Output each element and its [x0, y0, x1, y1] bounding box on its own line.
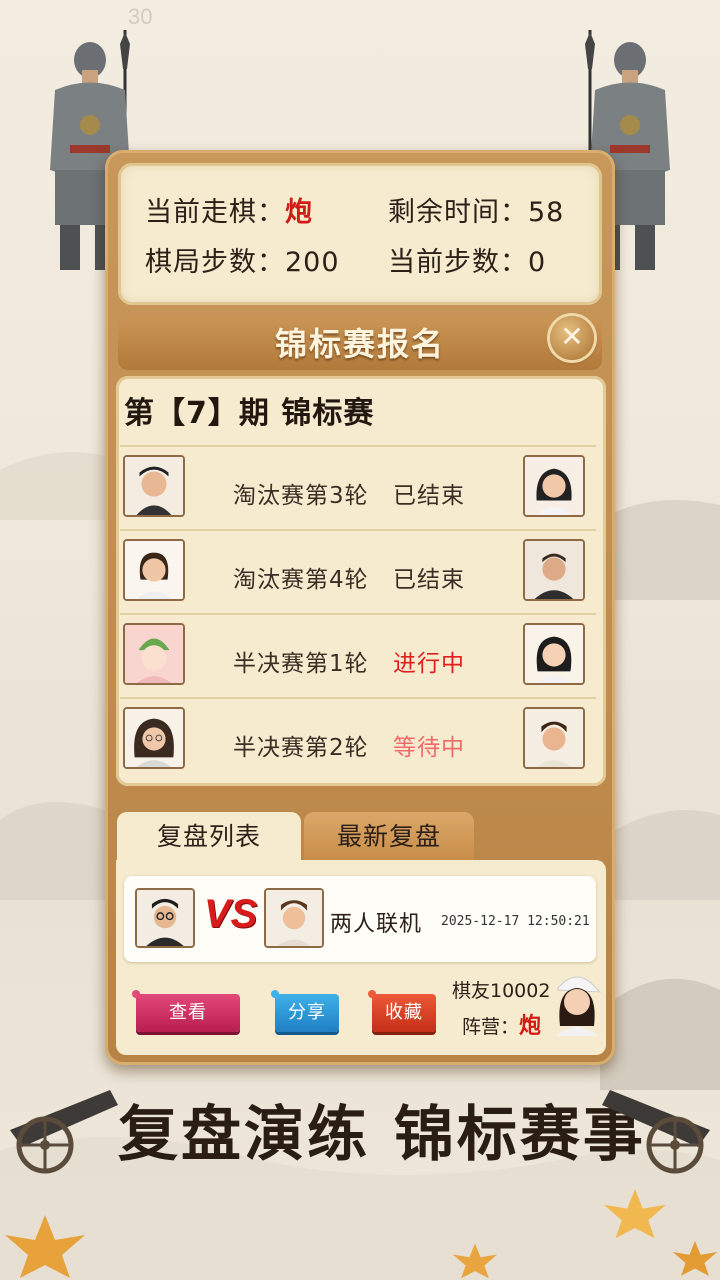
- player-name: 棋友10002: [452, 980, 551, 1002]
- player-avatar-left: [123, 623, 185, 685]
- player-avatar-right: [523, 539, 585, 601]
- match-round: 淘汰赛第4轮: [233, 567, 369, 593]
- game-mode: 两人联机: [330, 912, 423, 937]
- dialog-title: 锦标赛报名: [274, 325, 445, 363]
- button-dot-icon: [368, 990, 376, 998]
- replay-datetime: 2025-12-17 12:50:21: [441, 914, 590, 929]
- match-round: 淘汰赛第3轮: [233, 483, 369, 509]
- player1-avatar: [135, 888, 195, 948]
- player-avatar: [556, 976, 602, 1036]
- camp-info: 阵营：炮: [462, 1008, 541, 1040]
- player-avatar-right: [523, 707, 585, 769]
- match-round: 半决赛第1轮: [233, 651, 369, 677]
- camp-value: 炮: [519, 1014, 542, 1039]
- current-step-value: 0: [528, 247, 547, 278]
- current-step-info: 当前步数：0: [388, 240, 546, 279]
- cannon-left-icon: [10, 1090, 118, 1174]
- close-icon: ✕: [560, 320, 584, 353]
- match-status: 等待中: [393, 735, 465, 761]
- time-left-value: 58: [528, 197, 565, 228]
- share-button-label: 分享: [288, 1002, 326, 1023]
- time-left-info: 剩余时间：58: [388, 190, 564, 229]
- time-left-label: 剩余时间：: [388, 197, 528, 228]
- player-avatar-left: [123, 707, 185, 769]
- player-avatar-right: [523, 455, 585, 517]
- match-status: 已结束: [393, 483, 465, 509]
- player-avatar-left: [123, 455, 185, 517]
- game-info-box: [118, 163, 602, 305]
- game-steps-value: 200: [285, 247, 340, 278]
- view-button[interactable]: 查看: [132, 990, 240, 1032]
- slogan-text: 复盘演练 锦标赛事: [118, 1100, 646, 1170]
- maple-leaf-icon: [452, 1243, 498, 1279]
- match-status: 已结束: [393, 567, 465, 593]
- share-button[interactable]: 分享: [271, 990, 339, 1032]
- view-button-label: 查看: [169, 1002, 207, 1023]
- period-title: 第【7】期 锦标赛: [124, 396, 375, 431]
- match-round: 半决赛第2轮: [233, 735, 369, 761]
- maple-leaf-icon: [603, 1189, 667, 1239]
- game-steps-label: 棋局步数：: [145, 247, 285, 278]
- tab-latest-replay[interactable]: 最新复盘: [304, 812, 474, 862]
- close-button[interactable]: ✕: [550, 316, 594, 360]
- cannon-right-icon: [602, 1090, 710, 1174]
- favorite-button-label: 收藏: [385, 1002, 423, 1023]
- maple-leaf-icon: [5, 1215, 85, 1278]
- button-dot-icon: [132, 990, 140, 998]
- player-avatar-right: [523, 623, 585, 685]
- game-steps-info: 棋局步数：200: [145, 240, 340, 279]
- vs-label: VS: [204, 892, 258, 936]
- player2-avatar: [264, 888, 324, 948]
- current-step-label: 当前步数：: [388, 247, 528, 278]
- current-piece-value: 炮: [285, 197, 313, 228]
- watermark-number: 30: [128, 4, 153, 29]
- tab-replay-list[interactable]: 复盘列表: [117, 812, 301, 862]
- match-status: 进行中: [393, 651, 465, 677]
- favorite-button[interactable]: 收藏: [368, 990, 436, 1032]
- maple-leaf-icon: [672, 1240, 718, 1276]
- current-piece-label: 当前走棋：: [145, 197, 285, 228]
- current-piece-info: 当前走棋：炮: [145, 190, 313, 229]
- button-dot-icon: [271, 990, 279, 998]
- player-avatar-left: [123, 539, 185, 601]
- camp-label: 阵营：: [462, 1016, 520, 1038]
